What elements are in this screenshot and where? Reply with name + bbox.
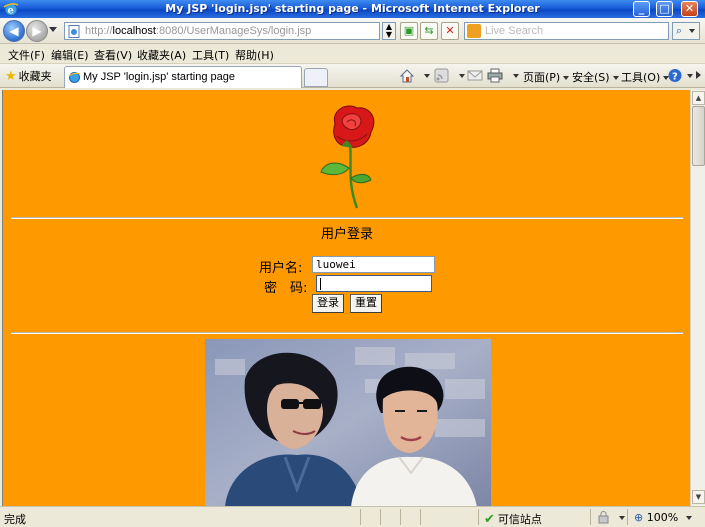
svg-text:?: ? bbox=[672, 72, 678, 83]
recent-pages-dropdown[interactable] bbox=[49, 27, 57, 32]
favorites-button[interactable]: ★ 收藏夹 bbox=[5, 68, 52, 84]
minimize-button[interactable]: _ bbox=[633, 1, 650, 17]
close-window-button[interactable]: ✕ bbox=[681, 1, 698, 17]
feeds-icon[interactable] bbox=[434, 68, 450, 83]
menu-bar: 文件(F) 编辑(E) 查看(V) 收藏夹(A) 工具(T) 帮助(H) bbox=[0, 44, 705, 64]
login-heading: 用户登录 bbox=[320, 227, 373, 242]
page-content: 用户登录 用户名: luowei 密 码: 登录 重置 bbox=[2, 90, 690, 506]
divider-bottom bbox=[11, 332, 683, 334]
zoom-icon: ⊕ bbox=[634, 511, 644, 524]
page-icon bbox=[68, 72, 81, 83]
status-bar: 完成 ✔ 可信站点 ⊕ 100% bbox=[0, 506, 705, 527]
window-title-bar[interactable]: e My JSP 'login.jsp' starting page - Mic… bbox=[0, 0, 705, 18]
tab-toolbar: ★ 收藏夹 My JSP 'login.jsp' starting page 页面… bbox=[0, 64, 705, 88]
url-text: http://localhost:8080/UserManageSys/logi… bbox=[85, 25, 312, 37]
scroll-thumb[interactable] bbox=[692, 106, 705, 166]
live-search-icon bbox=[467, 24, 481, 38]
help-icon[interactable]: ? bbox=[667, 68, 683, 83]
status-text: 完成 bbox=[4, 513, 26, 526]
protected-mode-icon[interactable] bbox=[598, 511, 612, 524]
tools-menu[interactable]: 工具(O) bbox=[621, 69, 670, 85]
divider-top bbox=[11, 217, 683, 219]
menu-edit[interactable]: 编辑(E) bbox=[51, 47, 89, 63]
refresh-icon[interactable]: ⇆ bbox=[420, 22, 438, 40]
password-label: 密 码: bbox=[264, 281, 308, 296]
search-button[interactable]: ⌕ bbox=[672, 22, 700, 40]
page-menu[interactable]: 页面(P) bbox=[523, 69, 570, 85]
tab-login-page[interactable]: My JSP 'login.jsp' starting page bbox=[64, 66, 302, 88]
reset-button[interactable]: 重置 bbox=[350, 294, 382, 313]
username-label: 用户名: bbox=[259, 261, 303, 276]
search-placeholder: Live Search bbox=[485, 25, 544, 37]
forward-arrow-icon: ▶ bbox=[32, 24, 42, 38]
menu-file[interactable]: 文件(F) bbox=[8, 47, 45, 63]
checkmark-icon: ✔ bbox=[484, 512, 495, 527]
star-icon: ★ bbox=[5, 69, 17, 84]
stop-icon[interactable]: ✕ bbox=[441, 22, 459, 40]
new-tab-button[interactable] bbox=[304, 68, 328, 87]
rose-image bbox=[320, 105, 375, 209]
menu-favorites[interactable]: 收藏夹(A) bbox=[137, 47, 186, 63]
print-icon[interactable] bbox=[487, 68, 503, 83]
search-input[interactable]: Live Search bbox=[464, 22, 669, 40]
zoom-control[interactable]: ⊕ 100% bbox=[634, 511, 693, 524]
scroll-down-button[interactable]: ▼ bbox=[692, 490, 705, 504]
security-zone[interactable]: ✔ 可信站点 bbox=[484, 511, 542, 527]
maximize-button[interactable]: □ bbox=[656, 1, 673, 17]
menu-help[interactable]: 帮助(H) bbox=[235, 47, 274, 63]
page-icon bbox=[68, 25, 80, 38]
menu-tools[interactable]: 工具(T) bbox=[192, 47, 229, 63]
toolbar-overflow-icon[interactable] bbox=[696, 71, 701, 79]
home-icon[interactable] bbox=[399, 68, 415, 83]
password-input[interactable] bbox=[316, 275, 432, 292]
text-cursor bbox=[320, 278, 321, 290]
username-input[interactable]: luowei bbox=[312, 256, 435, 273]
compatibility-icon[interactable]: ▣ bbox=[400, 22, 418, 40]
scroll-up-button[interactable]: ▲ bbox=[692, 91, 705, 105]
safety-menu[interactable]: 安全(S) bbox=[572, 69, 619, 85]
address-toolbar: ◀ ▶ http://localhost:8080/UserManageSys/… bbox=[0, 18, 705, 44]
back-arrow-icon: ◀ bbox=[9, 24, 19, 38]
back-button[interactable]: ◀ bbox=[3, 20, 25, 42]
window-title: My JSP 'login.jsp' starting page - Micro… bbox=[165, 2, 540, 15]
login-button[interactable]: 登录 bbox=[312, 294, 344, 313]
menu-view[interactable]: 查看(V) bbox=[94, 47, 132, 63]
address-dropdown-button[interactable]: ▲ ▼ bbox=[382, 22, 396, 40]
photo-two-people bbox=[205, 339, 491, 506]
vertical-scrollbar[interactable]: ▲ ▼ bbox=[690, 90, 705, 506]
forward-button[interactable]: ▶ bbox=[26, 20, 48, 42]
read-mail-icon[interactable] bbox=[467, 68, 483, 83]
address-input[interactable]: http://localhost:8080/UserManageSys/logi… bbox=[64, 22, 380, 40]
search-icon: ⌕ bbox=[676, 24, 683, 37]
